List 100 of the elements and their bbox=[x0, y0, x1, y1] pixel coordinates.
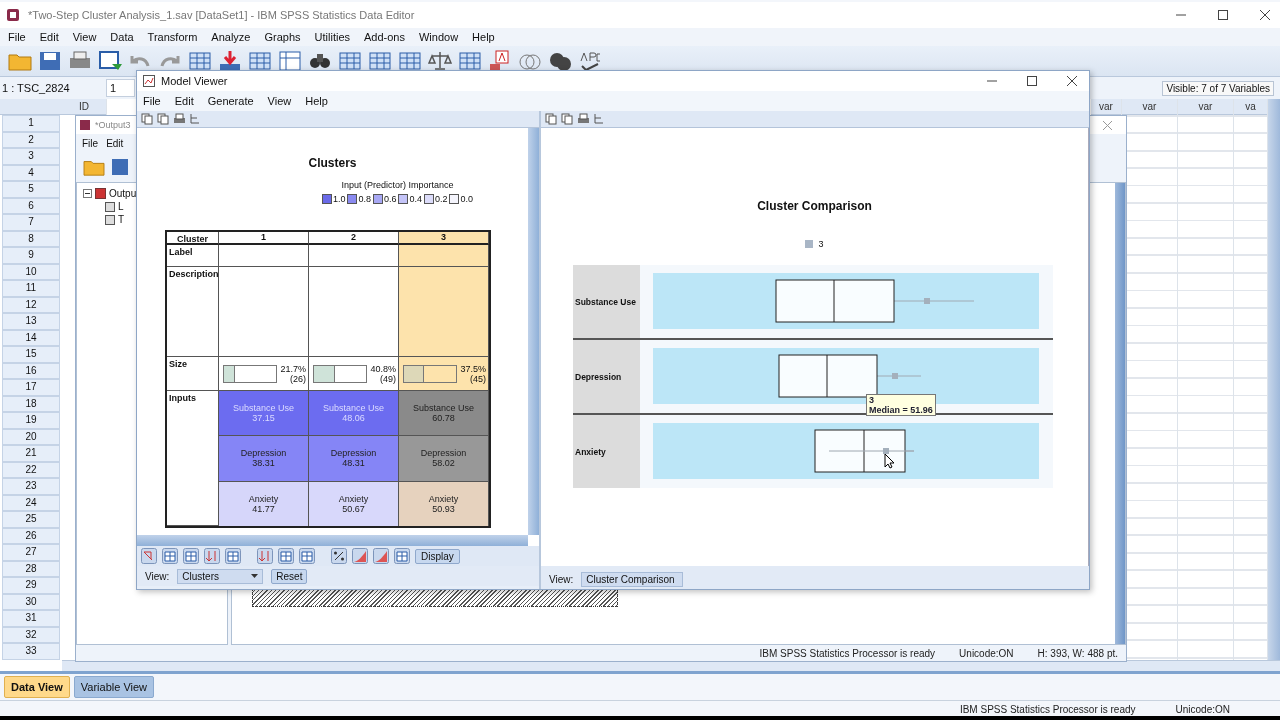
row-number[interactable]: 3 bbox=[2, 148, 60, 165]
area-chart-icon[interactable] bbox=[352, 548, 368, 564]
row-number[interactable]: 31 bbox=[2, 610, 60, 627]
spellcheck-icon[interactable] bbox=[578, 50, 602, 72]
input-cell[interactable]: Depression 48.31 bbox=[309, 436, 398, 482]
view-dropdown[interactable]: Cluster Comparison bbox=[581, 571, 684, 587]
input-cell[interactable]: Anxiety 41.77 bbox=[219, 481, 308, 526]
menu-item[interactable]: File bbox=[2, 31, 34, 43]
grid-icon[interactable] bbox=[338, 50, 362, 72]
table-icon[interactable] bbox=[278, 548, 294, 564]
table-icon[interactable] bbox=[299, 548, 315, 564]
vertical-scrollbar[interactable] bbox=[1115, 183, 1125, 644]
row-number[interactable]: 27 bbox=[2, 544, 60, 561]
percent-icon[interactable] bbox=[331, 548, 347, 564]
display-button[interactable]: Display bbox=[415, 548, 460, 564]
column-header[interactable]: var bbox=[1178, 99, 1233, 115]
view-tab[interactable]: Data View bbox=[4, 675, 70, 698]
window-icon[interactable] bbox=[98, 50, 122, 72]
row-number[interactable]: 11 bbox=[2, 280, 60, 297]
vertical-scrollbar[interactable] bbox=[1268, 99, 1280, 660]
row-number[interactable]: 23 bbox=[2, 478, 60, 495]
copy-icon[interactable] bbox=[561, 113, 574, 125]
row-number[interactable]: 7 bbox=[2, 214, 60, 231]
table-icon[interactable] bbox=[225, 548, 241, 564]
sort-icon[interactable] bbox=[257, 548, 273, 564]
table-icon[interactable] bbox=[278, 50, 302, 72]
row-number[interactable]: 17 bbox=[2, 379, 60, 396]
column-header[interactable]: 1 bbox=[219, 232, 309, 245]
grid-icon[interactable] bbox=[458, 50, 482, 72]
row-number[interactable]: 21 bbox=[2, 445, 60, 462]
down-arrow-icon[interactable] bbox=[218, 50, 242, 72]
close-icon[interactable] bbox=[1067, 76, 1077, 86]
view-tab[interactable]: Variable View bbox=[73, 675, 155, 698]
menu-item[interactable]: Utilities bbox=[308, 31, 358, 43]
row-number[interactable]: 19 bbox=[2, 412, 60, 429]
vertical-scrollbar[interactable] bbox=[528, 128, 539, 535]
tree-item[interactable]: T bbox=[118, 214, 125, 225]
reset-button[interactable]: Reset bbox=[271, 568, 308, 584]
menu-item[interactable]: Generate bbox=[201, 95, 262, 107]
grid-icon[interactable] bbox=[248, 50, 272, 72]
column-header[interactable]: var bbox=[1122, 99, 1177, 115]
save-icon[interactable] bbox=[110, 157, 130, 177]
menu-item[interactable]: Analyze bbox=[205, 31, 259, 43]
table-icon[interactable] bbox=[394, 548, 410, 564]
close-icon[interactable] bbox=[1260, 10, 1270, 20]
row-number[interactable]: 9 bbox=[2, 247, 60, 264]
menu-item[interactable]: Help bbox=[466, 31, 503, 43]
menu-item[interactable]: Window bbox=[413, 31, 467, 43]
label-icon[interactable] bbox=[488, 50, 512, 72]
input-cell[interactable]: Depression 38.31 bbox=[219, 436, 308, 482]
menu-item[interactable]: File bbox=[137, 95, 169, 107]
column-header[interactable]: var bbox=[1091, 99, 1121, 115]
table-icon[interactable] bbox=[183, 548, 199, 564]
row-number[interactable]: 29 bbox=[2, 577, 60, 594]
menu-item[interactable]: Graphs bbox=[258, 31, 309, 43]
blobs-icon[interactable] bbox=[548, 50, 572, 72]
scale-icon[interactable] bbox=[428, 50, 452, 72]
menu-item[interactable]: Add-ons bbox=[358, 31, 413, 43]
menu-item[interactable]: Edit bbox=[102, 137, 128, 149]
input-cell[interactable]: Depression 58.02 bbox=[399, 436, 488, 482]
column-header[interactable]: ID bbox=[62, 99, 106, 115]
maximize-icon[interactable] bbox=[1027, 76, 1037, 86]
maximize-icon[interactable] bbox=[1218, 10, 1228, 20]
row-number[interactable]: 1 bbox=[2, 115, 60, 132]
column-header[interactable]: va bbox=[1234, 99, 1267, 115]
tree-item[interactable]: Outpu bbox=[109, 188, 137, 199]
menu-item[interactable]: View bbox=[261, 95, 300, 107]
grid-icon[interactable] bbox=[368, 50, 392, 72]
row-number[interactable]: 5 bbox=[2, 181, 60, 198]
printer-icon[interactable] bbox=[173, 113, 186, 125]
menu-item[interactable]: File bbox=[78, 137, 103, 149]
grid-icon[interactable] bbox=[188, 50, 212, 72]
copy-icon[interactable] bbox=[157, 113, 170, 125]
sort-icon[interactable] bbox=[204, 548, 220, 564]
copy-icon[interactable] bbox=[141, 113, 154, 125]
transpose-icon[interactable] bbox=[141, 548, 157, 564]
menu-item[interactable]: Edit bbox=[168, 95, 202, 107]
collapse-icon[interactable] bbox=[83, 189, 92, 198]
cell-value-field[interactable]: 1 bbox=[106, 79, 135, 97]
copy-icon[interactable] bbox=[545, 113, 558, 125]
row-number[interactable]: 33 bbox=[2, 643, 60, 660]
menu-item[interactable]: Data bbox=[104, 31, 142, 43]
menu-item[interactable]: View bbox=[66, 31, 105, 43]
menu-item[interactable]: Transform bbox=[141, 31, 206, 43]
table-icon[interactable] bbox=[162, 548, 178, 564]
menu-item[interactable]: Edit bbox=[33, 31, 67, 43]
area-chart-icon[interactable] bbox=[373, 548, 389, 564]
row-number[interactable]: 25 bbox=[2, 511, 60, 528]
input-cell[interactable]: Anxiety 50.93 bbox=[399, 481, 488, 526]
input-cell[interactable]: Substance Use 60.78 bbox=[399, 391, 488, 437]
save-icon[interactable] bbox=[38, 50, 62, 72]
row-number[interactable]: 13 bbox=[2, 313, 60, 330]
view-dropdown[interactable]: Clusters bbox=[177, 568, 264, 584]
printer-icon[interactable] bbox=[577, 113, 590, 125]
input-cell[interactable]: Anxiety 50.67 bbox=[309, 481, 398, 526]
menu-item[interactable]: Help bbox=[299, 95, 336, 107]
tree-item[interactable]: L bbox=[118, 201, 124, 212]
horizontal-scrollbar[interactable] bbox=[137, 535, 528, 546]
grid-icon[interactable] bbox=[398, 50, 422, 72]
column-header[interactable]: 3 bbox=[399, 232, 489, 245]
